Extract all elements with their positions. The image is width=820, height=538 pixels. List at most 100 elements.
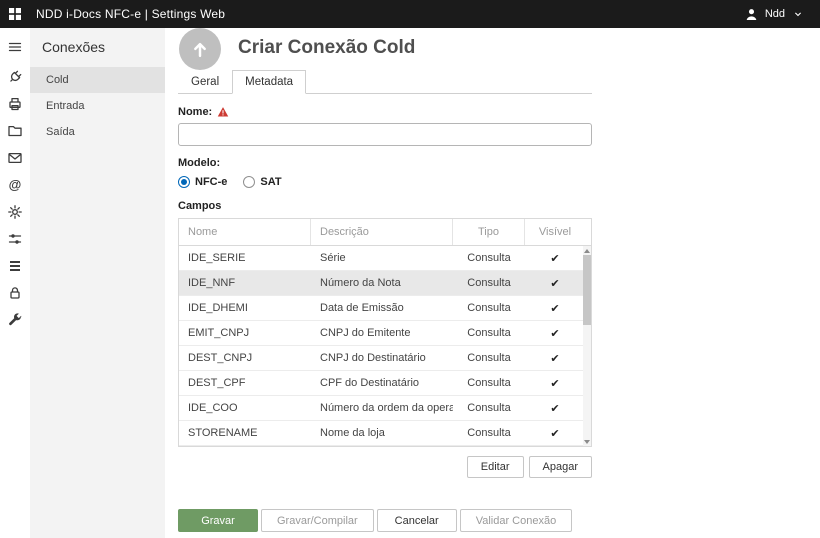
table-header: NomeDescriçãoTipoVisível [179, 219, 591, 246]
printer-icon [7, 96, 23, 112]
sidebar-item-sa-da[interactable]: Saída [30, 119, 165, 145]
campos-table: NomeDescriçãoTipoVisível IDE_SERIESérieC… [178, 218, 592, 447]
cell-nome: IDE_DHEMI [179, 302, 311, 314]
cell-nome: IDE_SERIE [179, 252, 311, 264]
page-header: Criar Conexão Cold [178, 28, 820, 68]
cell-visivel: ✔ [525, 402, 583, 415]
lock-icon [7, 285, 23, 301]
wrench-icon [7, 312, 23, 328]
rail-item-wrench[interactable] [0, 306, 30, 333]
sidebar: Conexões ColdEntradaSaída [30, 28, 165, 538]
table-body: IDE_SERIESérieConsulta✔IDE_NNFNúmero da … [179, 246, 583, 446]
rail-item-sliders[interactable] [0, 225, 30, 252]
user-name: Ndd [765, 8, 785, 20]
cell-descricao: Número da Nota [311, 277, 453, 289]
table-row[interactable]: IDE_SERIESérieConsulta✔ [179, 246, 583, 271]
cell-visivel: ✔ [525, 327, 583, 340]
cell-tipo: Consulta [453, 327, 525, 339]
cell-tipo: Consulta [453, 402, 525, 414]
cell-tipo: Consulta [453, 427, 525, 439]
radio-circle-icon [243, 176, 255, 188]
table-row[interactable]: DEST_CNPJCNPJ do DestinatárioConsulta✔ [179, 346, 583, 371]
apagar-button[interactable]: Apagar [529, 456, 592, 478]
cell-tipo: Consulta [453, 377, 525, 389]
gravar-button[interactable]: Gravar [178, 509, 258, 532]
rail-item-gear[interactable] [0, 198, 30, 225]
gravar-compilar-button[interactable]: Gravar/Compilar [261, 509, 374, 532]
cell-visivel: ✔ [525, 377, 583, 390]
radio-nfc-e[interactable]: NFC-e [178, 176, 227, 188]
editar-button[interactable]: Editar [467, 456, 524, 478]
mail-icon [7, 150, 23, 166]
nome-input[interactable] [178, 123, 592, 146]
rail-item-lock[interactable] [0, 279, 30, 306]
cancelar-button[interactable]: Cancelar [377, 509, 457, 532]
radio-circle-icon [178, 176, 190, 188]
cell-descricao: Série [311, 252, 453, 264]
rail-item-at-sign[interactable]: @ [0, 171, 30, 198]
sidebar-item-cold[interactable]: Cold [30, 67, 165, 93]
check-icon: ✔ [550, 302, 559, 315]
column-header-descri-o[interactable]: Descrição [311, 219, 453, 245]
user-menu[interactable]: Ndd [744, 6, 820, 22]
cell-nome: DEST_CNPJ [179, 352, 311, 364]
table-row[interactable]: IDE_COONúmero da ordem da operaç...Consu… [179, 396, 583, 421]
user-icon [744, 6, 760, 22]
campos-label: Campos [178, 200, 592, 212]
scroll-down-icon[interactable] [583, 437, 591, 446]
tabs: GeralMetadata [178, 70, 592, 94]
rail-item-stack[interactable] [0, 252, 30, 279]
gear-icon [7, 204, 23, 220]
tab-geral[interactable]: Geral [178, 70, 232, 94]
tab-metadata[interactable]: Metadata [232, 70, 306, 94]
app-launcher-icon[interactable] [0, 0, 30, 28]
rail-item-mail[interactable] [0, 144, 30, 171]
rail-item-folder[interactable] [0, 117, 30, 144]
column-header-tipo[interactable]: Tipo [453, 219, 525, 245]
modelo-options: NFC-e SAT [178, 176, 592, 188]
page-title: Criar Conexão Cold [238, 37, 415, 59]
cell-nome: STORENAME [179, 427, 311, 439]
plug-icon [7, 69, 23, 85]
column-header-nome[interactable]: Nome [179, 219, 311, 245]
rail-item-menu[interactable] [0, 33, 30, 60]
cell-visivel: ✔ [525, 277, 583, 290]
nome-label: Nome: [178, 106, 212, 118]
main-content: Criar Conexão Cold GeralMetadata Nome: M… [165, 28, 820, 538]
sliders-icon [7, 231, 23, 247]
cell-nome: EMIT_CNPJ [179, 327, 311, 339]
app-title: NDD i-Docs NFC-e | Settings Web [36, 7, 225, 21]
radio-label: SAT [260, 176, 281, 188]
footer-actions: GravarGravar/CompilarCancelarValidar Con… [178, 509, 572, 532]
cell-tipo: Consulta [453, 352, 525, 364]
cell-descricao: Nome da loja [311, 427, 453, 439]
validar-conex-o-button[interactable]: Validar Conexão [460, 509, 573, 532]
column-header-vis-vel[interactable]: Visível [525, 219, 585, 245]
upload-circle-icon [179, 28, 221, 70]
table-scrollbar[interactable] [583, 246, 591, 446]
rail-item-plug[interactable] [0, 63, 30, 90]
check-icon: ✔ [550, 327, 559, 340]
radio-label: NFC-e [195, 176, 227, 188]
table-row[interactable]: IDE_DHEMIData de EmissãoConsulta✔ [179, 296, 583, 321]
check-icon: ✔ [550, 402, 559, 415]
warning-icon [217, 106, 229, 118]
icon-rail: @ [0, 28, 30, 538]
table-row[interactable]: DEST_CPFCPF do DestinatárioConsulta✔ [179, 371, 583, 396]
scrollbar-thumb[interactable] [583, 255, 591, 325]
table-row[interactable]: IDE_NNFNúmero da NotaConsulta ✔ [179, 271, 583, 296]
table-row[interactable]: EMIT_CNPJCNPJ do EmitenteConsulta✔ [179, 321, 583, 346]
cell-tipo: Consulta [453, 277, 525, 289]
check-icon: ✔ [550, 427, 559, 440]
stack-icon [7, 258, 23, 274]
rail-item-printer[interactable] [0, 90, 30, 117]
table-row[interactable]: STORENAMENome da lojaConsulta ✔ [179, 421, 583, 446]
cell-nome: IDE_COO [179, 402, 311, 414]
scroll-up-icon[interactable] [583, 246, 591, 255]
check-icon: ✔ [550, 277, 559, 290]
radio-sat[interactable]: SAT [243, 176, 281, 188]
sidebar-list: ColdEntradaSaída [30, 67, 165, 145]
cell-nome: IDE_NNF [179, 277, 311, 289]
modelo-label: Modelo: [178, 157, 592, 169]
sidebar-item-entrada[interactable]: Entrada [30, 93, 165, 119]
